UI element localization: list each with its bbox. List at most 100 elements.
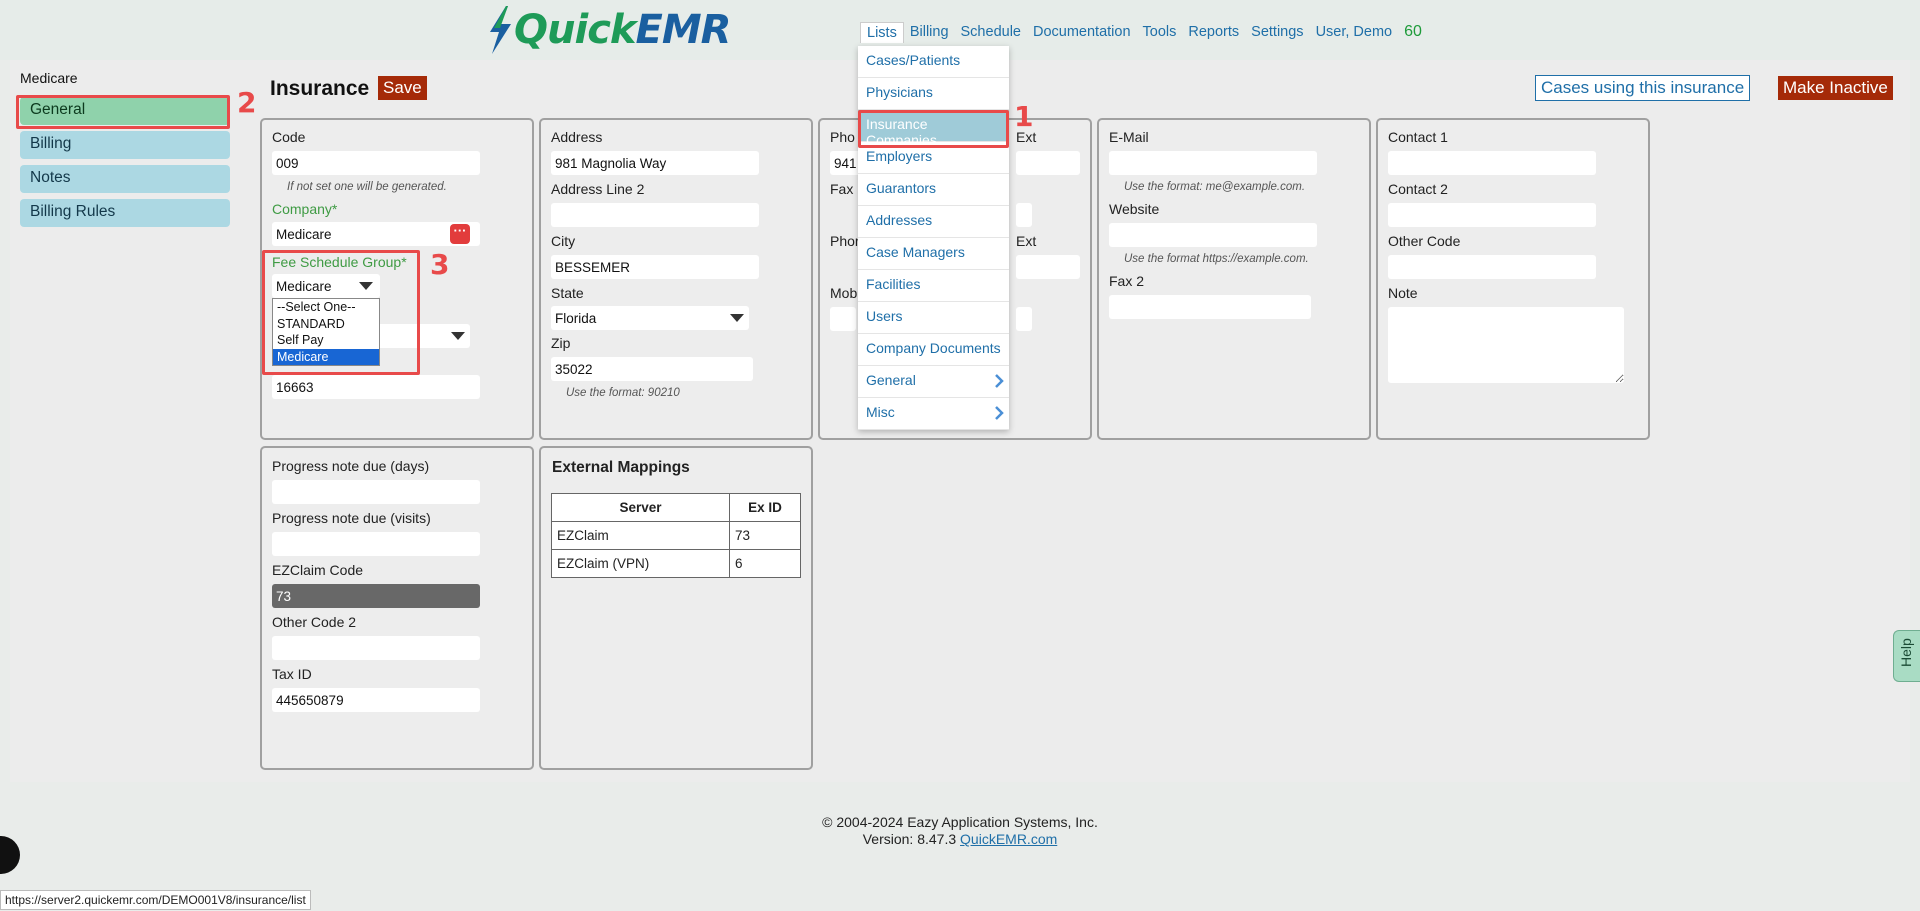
menu-item-general[interactable]: General: [858, 366, 1009, 398]
ezclaim-code-field: [272, 584, 480, 608]
progress-days-field[interactable]: [272, 480, 480, 504]
logo-text: QuickEMR: [514, 7, 731, 53]
other-code-field[interactable]: [1388, 255, 1596, 279]
note-field[interactable]: [1388, 307, 1624, 383]
table-row[interactable]: EZClaim (VPN) 6: [551, 549, 801, 578]
external-mappings-title: External Mappings: [552, 459, 690, 476]
zip-field[interactable]: [551, 357, 753, 381]
fax2-label: Fax 2: [1109, 273, 1145, 289]
menu-item-physicians[interactable]: Physicians: [858, 78, 1009, 110]
column-header-server: Server: [551, 493, 730, 522]
state-select[interactable]: [551, 306, 749, 330]
menu-item-facilities[interactable]: Facilities: [858, 270, 1009, 302]
nav-schedule[interactable]: Schedule: [955, 22, 1027, 43]
city-field[interactable]: [551, 255, 759, 279]
sidebar-item-general[interactable]: General: [20, 97, 230, 125]
cell-server: EZClaim: [551, 521, 730, 550]
cell-server: EZClaim (VPN): [551, 549, 730, 578]
nav-settings[interactable]: Settings: [1245, 22, 1309, 43]
city-label: City: [551, 233, 576, 249]
ext-field[interactable]: [1016, 151, 1080, 175]
zip-label: Zip: [551, 335, 571, 351]
progress-visits-label: Progress note due (visits): [272, 510, 431, 526]
tax-id-label: Tax ID: [272, 666, 312, 682]
session-counter: 60: [1404, 23, 1422, 40]
email-field[interactable]: [1109, 151, 1317, 175]
status-url: https://server2.quickemr.com/DEMO001V8/i…: [0, 890, 311, 910]
more-options-icon[interactable]: ···: [450, 224, 470, 244]
note-label: Note: [1388, 285, 1418, 301]
help-tab[interactable]: Help: [1893, 630, 1920, 682]
website-hint: Use the format https://example.com.: [1124, 253, 1309, 265]
help-label: Help: [1898, 638, 1914, 667]
address-label: Address: [551, 129, 603, 145]
page-title: Insurance: [270, 77, 370, 100]
contact2-field[interactable]: [1388, 203, 1596, 227]
menu-item-case-managers[interactable]: Case Managers: [858, 238, 1009, 270]
mobile-field[interactable]: [830, 307, 856, 331]
nav-tools[interactable]: Tools: [1137, 22, 1183, 43]
nav-documentation[interactable]: Documentation: [1027, 22, 1137, 43]
fee-schedule-dropdown: --Select One-- STANDARD Self Pay Medicar…: [272, 298, 380, 366]
sidebar-item-billing-rules[interactable]: Billing Rules: [20, 199, 230, 227]
contact1-field[interactable]: [1388, 151, 1596, 175]
email-label: E-Mail: [1109, 129, 1149, 145]
website-field[interactable]: [1109, 223, 1317, 247]
quickemr-link[interactable]: QuickEMR.com: [960, 831, 1057, 847]
company-field[interactable]: [272, 222, 480, 246]
nav-user[interactable]: User, Demo: [1310, 22, 1399, 43]
table-row[interactable]: EZClaim 73: [551, 521, 801, 550]
annotation-number-1: 1: [1014, 100, 1034, 133]
annotation-number-2: 2: [237, 86, 257, 119]
menu-item-misc[interactable]: Misc: [858, 398, 1009, 430]
menu-item-users[interactable]: Users: [858, 302, 1009, 334]
footer-version: Version: 8.47.3 QuickEMR.com: [0, 831, 1920, 847]
website-label: Website: [1109, 201, 1160, 217]
save-button[interactable]: Save: [378, 76, 427, 100]
cell-exid: 73: [729, 521, 801, 550]
menu-item-guarantors[interactable]: Guarantors: [858, 174, 1009, 206]
sidebar-item-notes[interactable]: Notes: [20, 165, 230, 193]
nav-lists[interactable]: Lists: [860, 22, 904, 43]
lists-menu: Cases/Patients Physicians Insurance Comp…: [858, 46, 1009, 430]
other-code2-field[interactable]: [272, 636, 480, 660]
make-inactive-button[interactable]: Make Inactive: [1778, 76, 1893, 100]
sidebar-item-billing[interactable]: Billing: [20, 131, 230, 159]
menu-item-employers[interactable]: Employers: [858, 142, 1009, 174]
quickemr-logo[interactable]: QuickEMR: [484, 4, 731, 56]
address-field[interactable]: [551, 151, 759, 175]
fee-option[interactable]: STANDARD: [273, 316, 379, 333]
address2-label: Address Line 2: [551, 181, 645, 197]
ext2-field[interactable]: [1016, 255, 1080, 279]
fax2-field[interactable]: [1109, 295, 1311, 319]
state-label: State: [551, 285, 584, 301]
fee-option[interactable]: Medicare: [273, 348, 379, 365]
menu-item-label: General: [866, 372, 916, 388]
menu-item-insurance-companies[interactable]: Insurance Companies: [858, 110, 1009, 148]
payer-id-field[interactable]: [272, 375, 480, 399]
fee-option[interactable]: --Select One--: [273, 299, 379, 316]
cell-exid: 6: [729, 549, 801, 578]
fee-schedule-label: Fee Schedule Group*: [272, 254, 407, 270]
chevron-right-icon: [995, 406, 1004, 420]
address2-field[interactable]: [551, 203, 759, 227]
menu-item-cases-patients[interactable]: Cases/Patients: [858, 46, 1009, 78]
contact2-label: Contact 2: [1388, 181, 1448, 197]
ezclaim-code-label: EZClaim Code: [272, 562, 364, 578]
code-field[interactable]: [272, 151, 480, 175]
nav-billing[interactable]: Billing: [904, 22, 955, 43]
mobile-field-end[interactable]: [1016, 307, 1032, 331]
progress-visits-field[interactable]: [272, 532, 480, 556]
phone-label: Pho: [830, 129, 855, 145]
fax-label: Fax: [830, 181, 854, 197]
nav-reports[interactable]: Reports: [1182, 22, 1245, 43]
menu-item-company-documents[interactable]: Company Documents: [858, 334, 1009, 366]
chevron-right-icon: [995, 374, 1004, 388]
menu-item-addresses[interactable]: Addresses: [858, 206, 1009, 238]
fax-field[interactable]: [1016, 203, 1032, 227]
tax-id-field[interactable]: [272, 688, 480, 712]
chevron-down-icon: [359, 282, 373, 290]
cases-using-insurance-button[interactable]: Cases using this insurance: [1535, 75, 1751, 101]
fee-option[interactable]: Self Pay: [273, 332, 379, 349]
external-mappings-table: Server Ex ID EZClaim 73 EZClaim (VPN) 6: [551, 493, 801, 578]
